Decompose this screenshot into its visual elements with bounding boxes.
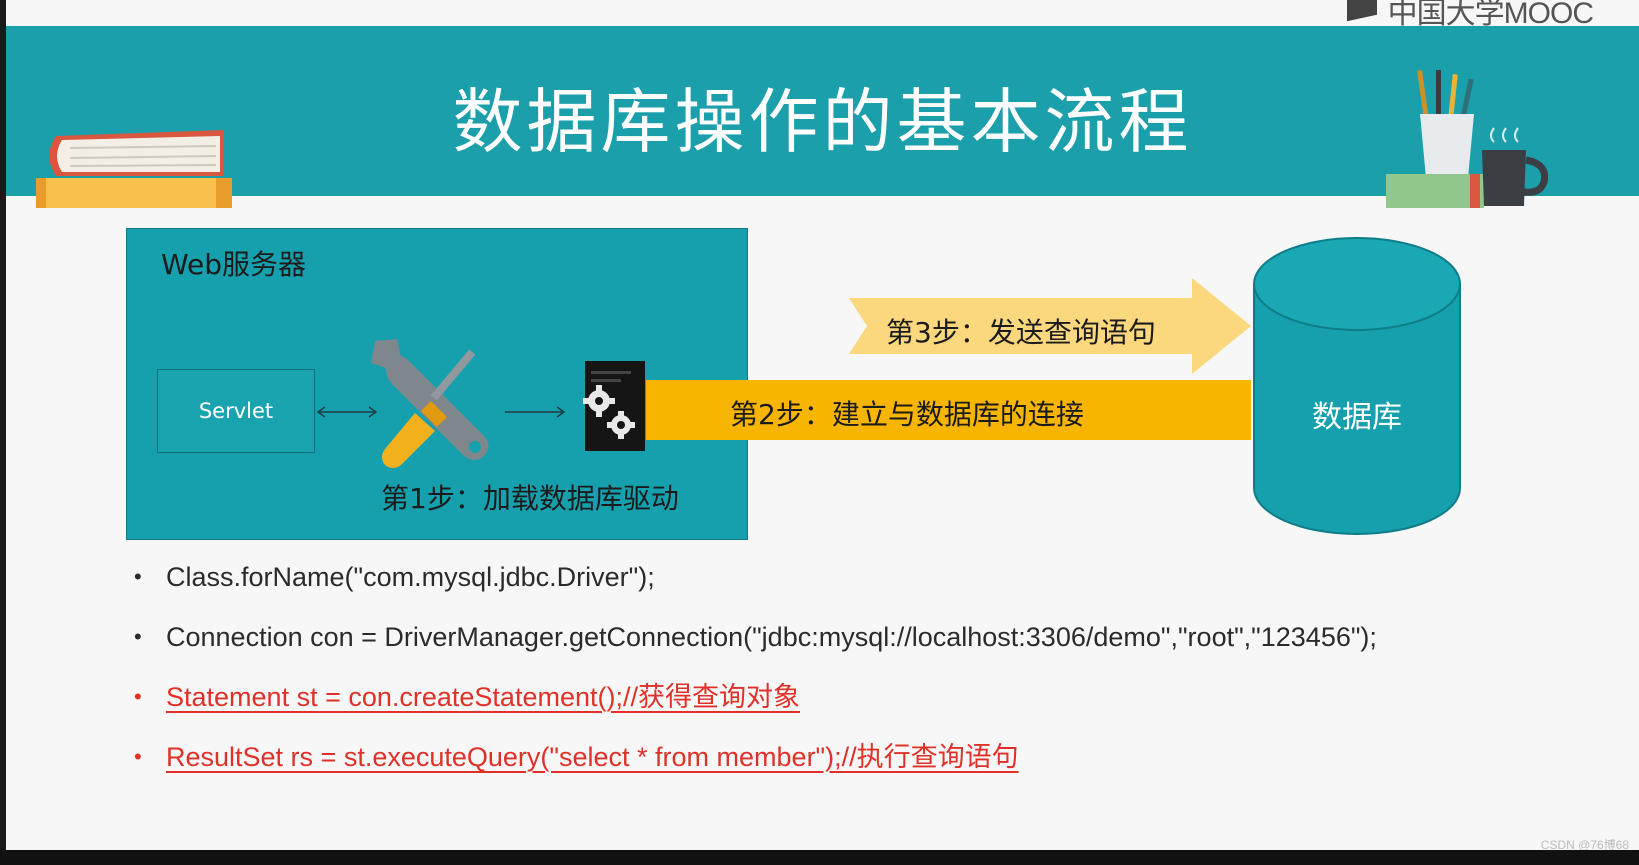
video-bottom-bar: [0, 850, 1639, 865]
tools-icon: [371, 339, 489, 468]
desk-illustration: [1386, 70, 1549, 208]
slide: 中国大学MOOC 数据库操作的基本流程 Web服务器 Servlet 第1步：加…: [6, 0, 1639, 850]
servlet-label: Servlet: [198, 399, 274, 423]
code-line-get-connection: Connection con = DriverManager.getConnec…: [134, 620, 1377, 680]
title-banner: 数据库操作的基本流程: [6, 26, 1639, 208]
arrow-right-icon: [505, 406, 566, 418]
pencil-cup-icon: [1417, 70, 1474, 178]
bidirectional-arrow-icon: [316, 406, 378, 418]
code-line-create-statement: Statement st = con.createStatement();//获…: [134, 680, 1377, 740]
database-icon: [1253, 237, 1461, 535]
step1-label: 第1步：加载数据库驱动: [381, 482, 679, 515]
code-line-execute-query: ResultSet rs = st.executeQuery("select *…: [134, 740, 1377, 800]
gear-icon: [583, 361, 645, 451]
coffee-mug-icon: [1482, 127, 1549, 206]
step2-label: 第2步：建立与数据库的连接: [730, 398, 1084, 431]
mooc-logo-icon: [1347, 0, 1377, 22]
database-label: 数据库: [1312, 400, 1402, 435]
step3-label: 第3步：发送查询语句: [886, 316, 1156, 349]
code-line-load-driver: Class.forName("com.mysql.jdbc.Driver");: [134, 560, 1377, 620]
web-server-label: Web服务器: [161, 248, 307, 281]
servlet-box: Servlet: [157, 369, 315, 453]
code-list: Class.forName("com.mysql.jdbc.Driver"); …: [134, 560, 1377, 800]
